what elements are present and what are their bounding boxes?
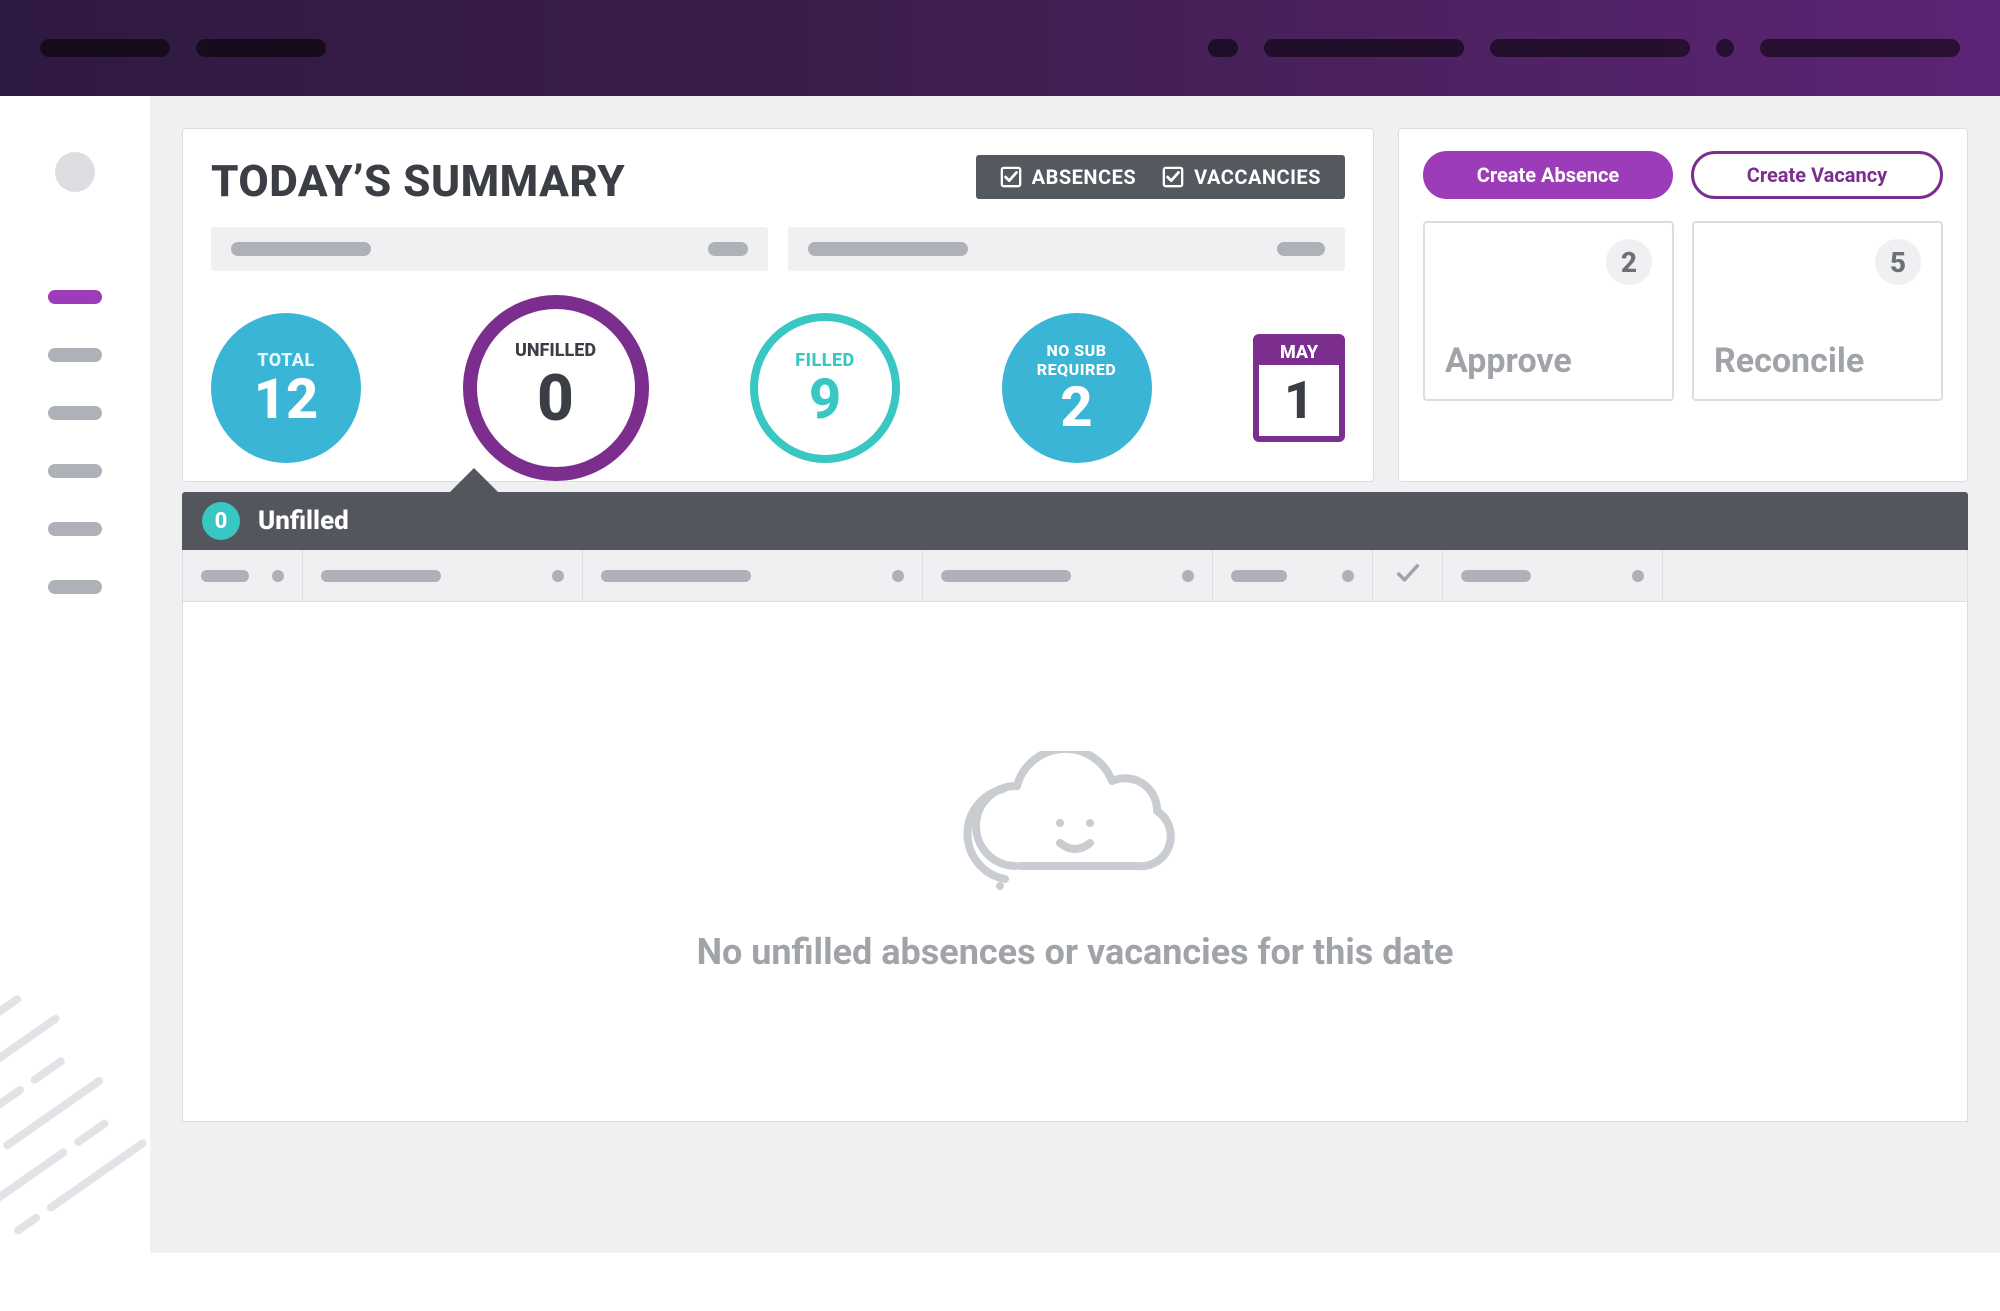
placeholder-bar [941, 570, 1071, 582]
toggle-vacancies[interactable]: VACCANCIES [1162, 165, 1321, 189]
calendar-day: 1 [1259, 365, 1339, 436]
toggle-absences-label: ABSENCES [1032, 165, 1137, 189]
placeholder-dot [1342, 570, 1354, 582]
nav-item[interactable] [48, 522, 102, 536]
topbar-left-placeholder [40, 39, 326, 57]
checkbox-checked-icon [1000, 166, 1022, 188]
stat-total-value: 12 [254, 371, 319, 427]
topbar [0, 0, 2000, 96]
placeholder-bar [40, 39, 170, 57]
table-column[interactable] [583, 550, 923, 601]
empty-state: No unfilled absences or vacancies for th… [182, 602, 1968, 1122]
placeholder-bar [196, 39, 326, 57]
avatar[interactable] [55, 152, 95, 192]
summary-title: TODAY’S SUMMARY [211, 155, 625, 207]
sidebar [0, 96, 150, 1253]
stat-unfilled[interactable]: UNFILLED 0 [463, 295, 649, 481]
nav-item[interactable] [48, 406, 102, 420]
placeholder-bar [231, 242, 371, 256]
nav-item-active[interactable] [48, 290, 102, 304]
placeholder-bar [1277, 242, 1325, 256]
table-column[interactable] [1443, 550, 1663, 601]
placeholder-dot [1182, 570, 1194, 582]
summary-card: TODAY’S SUMMARY ABSENCES VACCANCIES [182, 128, 1374, 482]
tab-header-unfilled: 0 Unfilled [182, 492, 1968, 550]
placeholder-bar [1231, 570, 1287, 582]
create-absence-label: Create Absence [1477, 163, 1619, 187]
tile-approve-count: 2 [1606, 239, 1652, 285]
placeholder-bar [1264, 39, 1464, 57]
placeholder-bar [808, 242, 968, 256]
nav-item[interactable] [48, 464, 102, 478]
empty-state-message: No unfilled absences or vacancies for th… [697, 931, 1454, 973]
tab-badge: 0 [202, 502, 240, 540]
toggle-absences[interactable]: ABSENCES [1000, 165, 1137, 189]
create-vacancy-label: Create Vacancy [1747, 163, 1887, 187]
tile-reconcile[interactable]: 5 Reconcile [1692, 221, 1943, 401]
filter-input-2[interactable] [788, 227, 1345, 271]
toggle-vacancies-label: VACCANCIES [1194, 165, 1321, 189]
placeholder-dot [272, 570, 284, 582]
table-column[interactable] [303, 550, 583, 601]
placeholder-bar [1760, 39, 1960, 57]
main-content: TODAY’S SUMMARY ABSENCES VACCANCIES [150, 96, 2000, 1253]
placeholder-bar [321, 570, 441, 582]
checkmark-icon [1394, 560, 1422, 592]
placeholder-bar [601, 570, 751, 582]
checkbox-checked-icon [1162, 166, 1184, 188]
placeholder-dot [892, 570, 904, 582]
stat-nosub-label1: NO SUB [1046, 341, 1106, 360]
table-column-check[interactable] [1373, 550, 1443, 601]
calendar-month: MAY [1259, 340, 1339, 365]
stat-unfilled-label: UNFILLED [515, 340, 596, 361]
placeholder-bar [1461, 570, 1531, 582]
stat-no-sub-required[interactable]: NO SUB REQUIRED 2 [1002, 313, 1152, 463]
create-absence-button[interactable]: Create Absence [1423, 151, 1673, 199]
stat-total[interactable]: TOTAL 12 [211, 313, 361, 463]
actions-card: Create Absence Create Vacancy 2 Approve … [1398, 128, 1968, 482]
tab-title: Unfilled [258, 506, 349, 536]
placeholder-bar [708, 242, 748, 256]
tile-approve[interactable]: 2 Approve [1423, 221, 1674, 401]
table-column-empty [1663, 550, 1967, 601]
topbar-right-placeholder [1208, 39, 1960, 57]
stat-unfilled-value: 0 [537, 361, 574, 436]
nav-item[interactable] [48, 348, 102, 362]
summary-toggles: ABSENCES VACCANCIES [976, 155, 1345, 199]
placeholder-bar [1208, 39, 1238, 57]
stat-nosub-value: 2 [1060, 379, 1092, 435]
filter-input-1[interactable] [211, 227, 768, 271]
placeholder-dot [552, 570, 564, 582]
table-column[interactable] [923, 550, 1213, 601]
table-column[interactable] [183, 550, 303, 601]
nav-item[interactable] [48, 580, 102, 594]
stat-filled-value: 9 [809, 371, 841, 427]
placeholder-dot [1632, 570, 1644, 582]
placeholder-bar [1490, 39, 1690, 57]
placeholder-bar [201, 570, 249, 582]
tile-reconcile-label: Reconcile [1714, 341, 1864, 381]
placeholder-dot [1716, 39, 1734, 57]
cloud-icon [960, 751, 1190, 901]
create-vacancy-button[interactable]: Create Vacancy [1691, 151, 1943, 199]
stat-filled[interactable]: FILLED 9 [750, 313, 900, 463]
tile-approve-label: Approve [1445, 341, 1572, 381]
table-columns [182, 550, 1968, 602]
date-calendar[interactable]: MAY 1 [1253, 334, 1345, 442]
table-column[interactable] [1213, 550, 1373, 601]
tile-reconcile-count: 5 [1875, 239, 1921, 285]
